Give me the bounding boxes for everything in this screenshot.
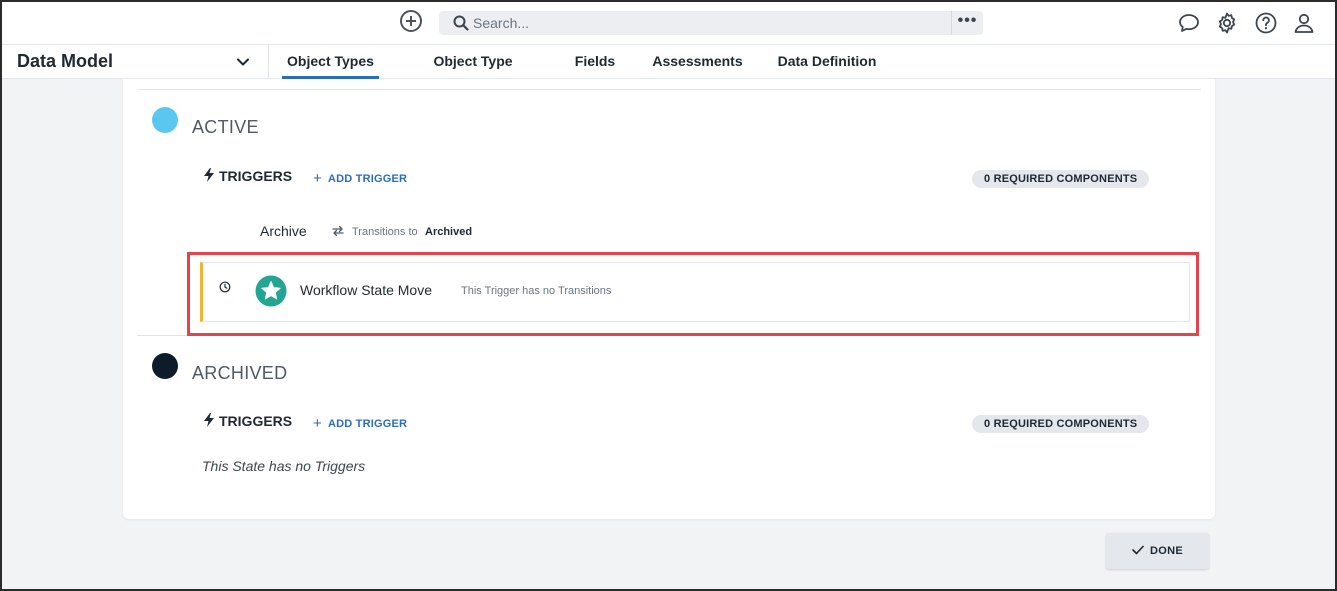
transition-arrows-icon	[332, 225, 344, 237]
chat-bubble-icon[interactable]	[1177, 11, 1201, 35]
transition-target: Archived	[425, 226, 473, 238]
user-icon[interactable]	[1292, 11, 1316, 35]
plus-icon: +	[313, 415, 322, 432]
card-divider	[137, 89, 1201, 90]
search-icon	[453, 15, 469, 31]
chevron-down-icon[interactable]	[236, 55, 250, 69]
star-icon	[255, 275, 287, 307]
tab-fields[interactable]: Fields	[570, 45, 620, 79]
trigger-row-workflow-state-move[interactable]: Workflow State Move This Trigger has no …	[200, 262, 1190, 322]
transition-trigger-name[interactable]: Archive	[260, 223, 307, 239]
workflow-card: ACTIVE TRIGGERS + ADD TRIGGER 0 REQUIRED …	[123, 79, 1215, 519]
done-button[interactable]: DONE	[1106, 533, 1209, 569]
triggers-label: TRIGGERS	[219, 413, 293, 429]
plus-icon: +	[313, 170, 322, 187]
checkmark-icon	[1132, 545, 1144, 555]
section-divider	[137, 335, 1201, 336]
required-components-badge: 0 REQUIRED COMPONENTS	[972, 415, 1150, 433]
help-icon[interactable]	[1254, 11, 1278, 35]
empty-triggers-note: This State has no Triggers	[202, 458, 366, 474]
state-name-active: ACTIVE	[192, 117, 259, 137]
done-label: DONE	[1150, 545, 1183, 557]
tab-data-definition[interactable]: Data Definition	[775, 45, 879, 79]
trigger-note: This Trigger has no Transitions	[461, 285, 612, 297]
add-trigger-button[interactable]: + ADD TRIGGER	[313, 415, 407, 432]
state-color-dot-archived	[152, 353, 178, 379]
module-title: Data Model	[17, 51, 114, 71]
add-trigger-label: ADD TRIGGER	[327, 173, 408, 185]
transition-text: Transitions to	[352, 226, 418, 238]
state-color-dot-active	[152, 107, 178, 133]
search-input[interactable]	[473, 11, 943, 35]
lightning-icon	[204, 168, 214, 182]
clock-icon	[219, 281, 231, 293]
search-bar: •••	[439, 11, 983, 35]
add-circle-icon[interactable]	[400, 10, 422, 32]
search-options-button[interactable]: •••	[951, 11, 983, 35]
triggers-heading: TRIGGERS	[203, 413, 292, 429]
lightning-icon	[204, 413, 214, 427]
state-name-archived: ARCHIVED	[192, 363, 288, 383]
required-components-badge: 0 REQUIRED COMPONENTS	[972, 170, 1150, 188]
tab-object-types[interactable]: Object Types	[282, 45, 379, 79]
module-nav-bar: Data Model Object Types Object Type Grou…	[0, 44, 1337, 102]
gear-icon[interactable]	[1215, 11, 1239, 35]
trigger-name: Workflow State Move	[300, 282, 433, 298]
triggers-label: TRIGGERS	[219, 168, 293, 184]
nav-divider	[268, 45, 269, 79]
tab-assessments[interactable]: Assessments	[652, 45, 743, 79]
triggers-heading: TRIGGERS	[203, 168, 292, 184]
top-bar: •••	[0, 0, 1337, 44]
tab-object-type-groups[interactable]: Object Type Groups	[408, 45, 538, 102]
add-trigger-label: ADD TRIGGER	[327, 418, 408, 430]
add-trigger-button[interactable]: + ADD TRIGGER	[313, 170, 407, 187]
